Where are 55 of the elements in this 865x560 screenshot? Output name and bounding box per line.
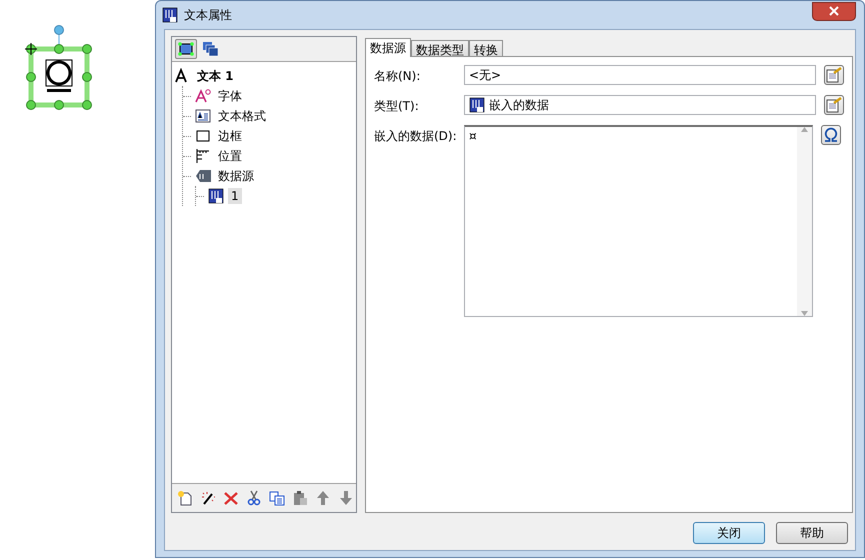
cut-icon <box>246 490 262 506</box>
tab[interactable]: 转换 <box>469 40 503 56</box>
input-field[interactable]: 嵌入的数据 <box>464 95 816 115</box>
field-label: 嵌入的数据(D): <box>374 128 458 145</box>
magic-wand-icon <box>200 490 216 506</box>
cut-button[interactable] <box>245 488 263 508</box>
delete-icon <box>223 490 239 506</box>
scrollbar[interactable] <box>797 127 812 316</box>
selection-icon <box>178 42 194 56</box>
scroll-down-icon <box>801 311 808 316</box>
field-label: 类型(T): <box>374 98 420 115</box>
dialog-button[interactable]: 帮助 <box>776 522 848 544</box>
input-field[interactable]: <无> <box>464 65 816 85</box>
tree-item[interactable]: 1 <box>228 188 242 204</box>
close-button[interactable] <box>812 2 856 20</box>
text-format-icon <box>195 108 211 124</box>
tree-item[interactable]: 文本格式 <box>215 106 269 126</box>
select-tool-button[interactable] <box>175 39 197 59</box>
document-icon <box>469 97 485 113</box>
tree-item[interactable]: 数据源 <box>215 166 257 186</box>
tree-item[interactable]: 位置 <box>215 146 245 166</box>
tree-item[interactable]: 文本 1 <box>194 66 237 86</box>
tree-item[interactable]: 字体 <box>215 86 245 106</box>
copy-icon <box>269 490 285 506</box>
font-icon <box>195 88 211 104</box>
border-icon <box>195 128 211 144</box>
ruler-icon <box>195 148 211 164</box>
app-icon <box>162 7 178 23</box>
field-value: ¤ <box>468 128 478 145</box>
scroll-up-icon <box>801 127 808 132</box>
arrow-down-icon <box>338 490 354 506</box>
tree-item[interactable]: 边框 <box>215 126 245 146</box>
edit-icon <box>826 67 842 83</box>
field-value: 嵌入的数据 <box>489 96 549 114</box>
document-icon <box>208 188 224 204</box>
paste-button[interactable] <box>291 488 309 508</box>
dialog-button[interactable]: 关闭 <box>693 522 765 544</box>
field-value: <无> <box>469 66 502 84</box>
layers-icon <box>202 41 218 57</box>
close-icon <box>829 6 839 16</box>
field-label: 名称(N): <box>374 68 422 85</box>
new-icon <box>177 490 193 506</box>
tab[interactable]: 数据源 <box>365 38 411 57</box>
tab[interactable]: 数据类型 <box>411 40 469 56</box>
edit-icon <box>826 97 842 113</box>
omega-icon <box>823 127 839 143</box>
arrow-up-icon <box>315 490 331 506</box>
browse-button[interactable] <box>824 95 844 115</box>
tag-icon <box>195 168 211 184</box>
browse-button[interactable] <box>824 65 844 85</box>
new-button[interactable] <box>176 488 194 508</box>
window-title: 文本属性 <box>184 6 232 24</box>
symbol-button[interactable] <box>821 125 841 145</box>
paste-icon <box>292 490 308 506</box>
text-area[interactable]: ¤ <box>464 125 813 317</box>
